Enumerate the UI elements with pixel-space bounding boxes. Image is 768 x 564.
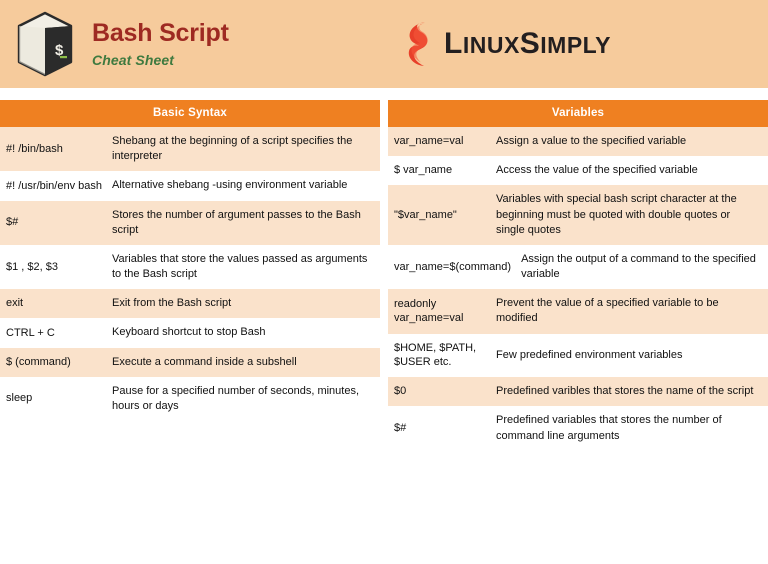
row-description: Variables with special bash script chara… [496,193,737,236]
row-description: Exit from the Bash script [112,297,232,310]
table-row: #! /bin/bash Shebang at the beginning of … [0,127,380,172]
row-description: Assign the output of a command to the sp… [521,252,756,281]
column-variables: Variables var_name=val Assign a value to … [388,100,768,564]
row-key: $ (command) [6,355,71,368]
row-description: Variables that store the values passed a… [112,252,368,281]
table-row: var_name=$(command) Assign the output of … [388,244,768,290]
row-description: Stores the number of argument passes to … [112,208,361,236]
column-basic-syntax: Basic Syntax #! /bin/bash Shebang at the … [0,100,380,564]
table-row: "$var_name" Variables with special bash s… [388,185,768,245]
row-key: var_name=val [394,135,464,148]
row-key: readonly var_name=val [394,297,464,325]
linuxsimply-wordmark: L INUX S IMPLY [444,27,611,61]
column-header-basic-syntax: Basic Syntax [0,100,380,127]
row-key: $HOME, $PATH, $USER etc. [394,341,477,369]
table-row: $# Stores the number of argument passes t… [0,200,380,245]
page-header: $ Bash Script Cheat Sheet L INUX S IMPLY [0,0,768,88]
bash-brand: $ Bash Script Cheat Sheet [14,11,386,77]
row-key: sleep [6,392,33,405]
row-key: #! /usr/bin/env bash [6,179,103,192]
row-description: Alternative shebang -using environment v… [112,179,348,192]
table-row: var_name=val Assign a value to the specif… [388,127,768,157]
cheat-sheet-page: $ Bash Script Cheat Sheet LINUXSIMPLY [0,0,768,564]
row-description: Pause for a specified number of seconds,… [112,384,360,412]
bash-cube-icon: $ [14,11,76,77]
row-key: CTRL + C [6,326,55,339]
table-row: $ var_name Access the value of the specif… [388,156,768,186]
rows-basic-syntax: #! /bin/bash Shebang at the beginning of … [0,127,380,422]
page-subtitle: Cheat Sheet [92,51,175,68]
row-description: Access the value of the specified variab… [496,164,698,177]
row-key: $1 , $2, $3 [6,260,58,273]
row-description: Few predefined environment variables [496,348,683,361]
row-description: Keyboard shortcut to stop Bash [112,326,266,339]
table-row: $1 , $2, $3 Variables that store the valu… [0,244,380,290]
row-key: #! /bin/bash [6,142,63,155]
rows-variables: var_name=val Assign a value to the specif… [388,127,768,451]
linuxsimply-flame-icon [404,20,434,68]
table-row: sleep Pause for a specified number of sec… [0,376,380,422]
wordmark-s: S [519,27,541,60]
table-row: readonly var_name=val Prevent the value o… [388,289,768,334]
page-title: Bash Script [92,19,229,48]
row-key: $# [6,216,19,229]
table-row: $# Predefined variables that stores the n… [388,406,768,451]
row-key: exit [6,297,24,310]
row-description: Shebang at the beginning of a script spe… [112,135,353,163]
wordmark-inux: INUX [462,32,520,58]
row-description: Execute a command inside a subshell [112,355,297,368]
wordmark-imply: IMPLY [540,32,611,58]
table-row: exit Exit from the Bash script [0,289,380,319]
row-key: "$var_name" [394,208,457,221]
row-key: $# [394,422,407,435]
table-row: $HOME, $PATH, $USER etc. Few predefined e… [388,333,768,378]
table-row: $0 Predefined varibles that stores the na… [388,377,768,407]
wordmark-l: L [444,27,463,60]
row-description: Prevent the value of a specified variabl… [496,297,719,325]
row-key: var_name=$(command) [394,260,512,273]
row-description: Predefined varibles that stores the name… [496,385,754,398]
table-row: CTRL + C Keyboard shortcut to stop Bash [0,318,380,348]
column-header-variables: Variables [388,100,768,127]
row-description: Assign a value to the specified variable [496,135,687,147]
row-key: $0 [394,385,407,398]
table-row: #! /usr/bin/env bash Alternative shebang … [0,171,380,201]
title-block: Bash Script Cheat Sheet [92,20,229,68]
cheat-sheet-tables: Basic Syntax #! /bin/bash Shebang at the … [0,100,768,564]
table-row: $ (command) Execute a command inside a su… [0,347,380,377]
linuxsimply-brand: L INUX S IMPLY [386,20,746,68]
row-description: Predefined variables that stores the num… [496,414,722,442]
row-key: $ var_name [394,164,453,177]
